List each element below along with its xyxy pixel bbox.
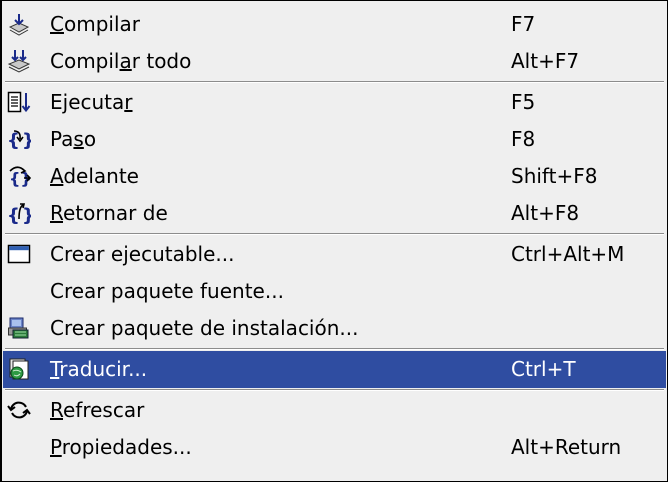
menu-item-label: Traducir... [50, 357, 148, 381]
menu-item-label: Crear paquete fuente... [50, 279, 284, 303]
build-menu: Compilar F7 Compilar todo Alt+F7 Ejecuta… [0, 0, 668, 482]
menu-item-adelante[interactable]: {} Adelante Shift+F8 [3, 158, 666, 195]
menu-item-label: Refrescar [50, 398, 145, 422]
svg-text:{: { [7, 205, 20, 225]
compile-all-icon [7, 49, 31, 73]
shortcut-label: F8 [511, 127, 536, 151]
menu-item-compilar-todo[interactable]: Compilar todo Alt+F7 [3, 43, 666, 80]
step-into-icon: { } [7, 127, 31, 151]
menu-item-label: Adelante [50, 164, 139, 188]
menu-item-traducir[interactable]: Traducir... Ctrl+T [3, 351, 666, 388]
menu-item-label: Ejecutar [50, 90, 133, 114]
menu-separator [5, 81, 664, 83]
menu-item-label: Crear paquete de instalación... [50, 316, 359, 340]
shortcut-label: Alt+F8 [511, 201, 580, 225]
shortcut-label: Alt+Return [511, 435, 622, 459]
shortcut-label: Alt+F7 [511, 49, 580, 73]
translate-icon [7, 357, 31, 381]
menu-item-propiedades[interactable]: Propiedades... Alt+Return [3, 429, 666, 466]
compile-icon [7, 12, 31, 36]
shortcut-label: Ctrl+T [511, 357, 576, 381]
menu-separator [5, 233, 664, 235]
menu-item-crear-paquete-fuente[interactable]: Crear paquete fuente... [3, 273, 666, 310]
shortcut-label: Shift+F8 [511, 164, 598, 188]
step-out-icon: { } [7, 201, 31, 225]
menu-item-ejecutar[interactable]: Ejecutar F5 [3, 84, 666, 121]
menu-item-label: Paso [50, 127, 97, 151]
menu-item-refrescar[interactable]: Refrescar [3, 392, 666, 429]
shortcut-label: Ctrl+Alt+M [511, 242, 625, 266]
shortcut-label: F5 [511, 90, 536, 114]
menu-item-label: Compilar todo [50, 49, 192, 73]
menu-item-label: Compilar [50, 12, 140, 36]
svg-text:}: } [22, 130, 31, 151]
run-icon [7, 90, 31, 114]
menu-item-paso[interactable]: { } Paso F8 [3, 121, 666, 158]
installer-icon [7, 316, 31, 340]
menu-item-crear-ejecutable[interactable]: Crear ejecutable... Ctrl+Alt+M [3, 236, 666, 273]
menu-separator [5, 348, 664, 350]
menu-separator [5, 389, 664, 391]
refresh-icon [7, 398, 31, 422]
menu-item-crear-paquete-instalacion[interactable]: Crear paquete de instalación... [3, 310, 666, 347]
window-icon [7, 242, 31, 266]
svg-text:{: { [7, 130, 20, 151]
menu-item-label: Crear ejecutable... [50, 242, 235, 266]
menu-item-retornar-de[interactable]: { } Retornar de Alt+F8 [3, 195, 666, 232]
menu-item-label: Retornar de [50, 201, 168, 225]
menu-item-compilar[interactable]: Compilar F7 [3, 6, 666, 43]
menu-item-label: Propiedades... [50, 435, 192, 459]
step-over-icon: {} [7, 164, 31, 188]
shortcut-label: F7 [511, 12, 536, 36]
